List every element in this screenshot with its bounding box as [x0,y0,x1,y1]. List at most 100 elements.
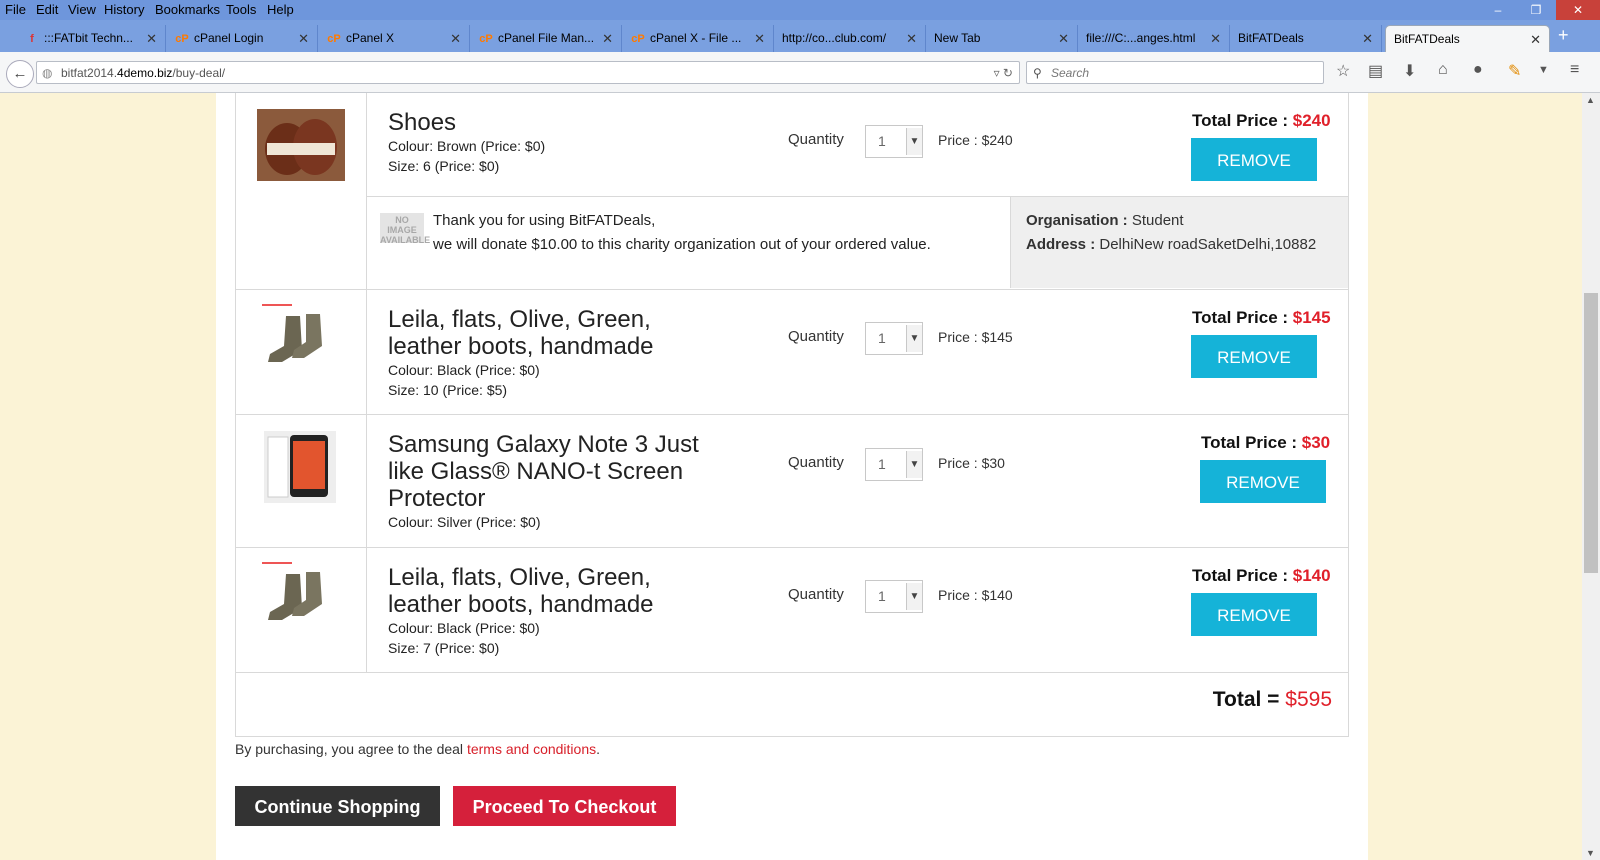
image-cell [236,290,367,415]
reading-list-icon[interactable]: ▤ [1368,61,1383,81]
chevron-down-icon: ▼ [906,128,922,155]
quantity-select[interactable]: 1 ▼ [865,448,923,481]
menu-icon[interactable]: ≡ [1570,61,1579,79]
menu-tools[interactable]: Tools [226,2,256,17]
menu-history[interactable]: History [104,2,144,17]
bookmark-star-icon[interactable]: ☆ [1336,61,1350,81]
globe-icon: ◍ [42,66,53,80]
product-name[interactable]: Leila, flats, Olive, Green, leather boot… [388,306,718,360]
close-tab-icon[interactable]: ✕ [754,25,765,52]
charity-line-2: we will donate $10.00 to this charity or… [433,236,931,253]
total-price: Total Price : $145 [1192,308,1331,328]
back-icon[interactable]: ← [6,60,34,88]
phone-protector-thumbnail[interactable] [264,431,336,503]
tab[interactable]: BitFATDeals ✕ [1230,25,1382,52]
menu-view[interactable]: View [68,2,96,17]
tab[interactable]: cP cPanel X ✕ [318,25,470,52]
proceed-to-checkout-button[interactable]: Proceed To Checkout [453,786,676,826]
close-tab-icon[interactable]: ✕ [1058,25,1069,52]
url-bar[interactable]: ◍ bitfat2014.4demo.biz/buy-deal/ ▿ ↻ [36,61,1020,84]
product-name[interactable]: Leila, flats, Olive, Green, leather boot… [388,564,718,618]
total-price: Total Price : $30 [1201,433,1330,453]
tab-label: BitFATDeals [1238,31,1304,45]
quantity-select[interactable]: 1 ▼ [865,322,923,355]
continue-shopping-button[interactable]: Continue Shopping [235,786,440,826]
quantity-label: Quantity [788,454,844,471]
menu-edit[interactable]: Edit [36,2,58,17]
restore-icon[interactable]: ❐ [1522,0,1550,20]
quantity-select[interactable]: 1 ▼ [865,125,923,158]
chat-icon[interactable]: ● [1473,61,1483,79]
menu-bookmarks[interactable]: Bookmarks [155,2,220,17]
close-tab-icon[interactable]: ✕ [1210,25,1221,52]
url-host: 4demo.biz [117,66,173,80]
close-tab-icon[interactable]: ✕ [450,25,461,52]
product-name[interactable]: Samsung Galaxy Note 3 Just like Glass® N… [388,431,718,512]
scrollbar-thumb[interactable] [1584,293,1598,573]
new-tab-icon[interactable]: + [1558,25,1569,46]
boots-thumbnail[interactable] [256,302,346,374]
nav-bar: ← ◍ bitfat2014.4demo.biz/buy-deal/ ▿ ↻ ⚲… [0,52,1600,93]
home-icon[interactable]: ⌂ [1438,61,1448,79]
shoes-thumbnail[interactable] [257,109,345,181]
tab[interactable]: cP cPanel X - File ... ✕ [622,25,774,52]
chevron-down-icon: ▼ [906,583,922,610]
total-price-label: Total Price : [1192,308,1293,327]
close-window-icon[interactable]: ✕ [1556,0,1600,20]
tab[interactable]: cP cPanel File Man... ✕ [470,25,622,52]
download-icon[interactable]: ⬇ [1403,61,1416,81]
tab[interactable]: http://co...club.com/ ✕ [774,25,926,52]
scrollbar[interactable]: ▲ ▼ [1582,93,1600,860]
tab[interactable]: file:///C:...anges.html ✕ [1078,25,1230,52]
charity-org-info: Organisation : Student Address : DelhiNe… [1010,197,1348,288]
cart-row: Leila, flats, Olive, Green, leather boot… [236,289,1348,415]
tab[interactable]: New Tab ✕ [926,25,1078,52]
product-attr: Colour: Brown (Price: $0) [388,138,546,154]
address-label: Address : [1026,236,1100,253]
product-attr: Size: 10 (Price: $5) [388,382,508,398]
chevron-down-icon[interactable]: ▼ [1538,64,1549,76]
close-tab-icon[interactable]: ✕ [146,25,157,52]
close-tab-icon[interactable]: ✕ [1530,26,1541,52]
tab-active[interactable]: BitFATDeals ✕ [1385,25,1550,52]
remove-button[interactable]: REMOVE [1191,593,1317,636]
cpanel-icon: cP [479,33,493,45]
scroll-up-icon[interactable]: ▲ [1586,95,1595,105]
remove-button[interactable]: REMOVE [1191,138,1317,181]
total-price-label: Total Price : [1192,566,1293,585]
close-tab-icon[interactable]: ✕ [298,25,309,52]
reload-icon[interactable]: ▿ ↻ [994,62,1013,85]
product-attr: Size: 7 (Price: $0) [388,640,500,656]
remove-button[interactable]: REMOVE [1191,335,1317,378]
close-tab-icon[interactable]: ✕ [602,25,613,52]
scroll-down-icon[interactable]: ▼ [1586,848,1595,858]
tab-strip: f:::FATbit Techn... ✕ cP cPanel Login ✕ cP c… [0,20,1600,52]
terms-link[interactable]: terms and conditions [467,741,596,757]
tab-label: http://co...club.com/ [782,31,887,45]
tab-label: :::FATbit Techn... [44,31,133,45]
close-tab-icon[interactable]: ✕ [1362,25,1373,52]
menu-bar: File Edit View History Bookmarks Tools H… [0,0,1600,20]
product-name[interactable]: Shoes [388,109,718,136]
search-input[interactable]: ⚲ Search [1026,61,1324,84]
tab-label: cPanel File Man... [498,31,595,45]
menu-file[interactable]: File [5,2,26,17]
close-tab-icon[interactable]: ✕ [906,25,917,52]
minimize-icon[interactable]: – [1484,0,1512,20]
remove-button[interactable]: REMOVE [1200,460,1326,503]
cpanel-icon: cP [631,33,645,45]
unit-price: Price : $145 [938,329,1013,345]
grand-total-label: Total = [1212,688,1286,711]
addon-icon[interactable]: ✎ [1508,61,1521,81]
tab[interactable]: f:::FATbit Techn... ✕ [16,25,166,52]
terms-prefix: By purchasing, you agree to the deal [235,741,467,757]
menu-help[interactable]: Help [267,2,294,17]
quantity-select[interactable]: 1 ▼ [865,580,923,613]
quantity-value: 1 [878,456,886,472]
tab[interactable]: cP cPanel Login ✕ [166,25,318,52]
boots-thumbnail[interactable] [256,560,346,632]
org-label: Organisation : [1026,212,1132,229]
quantity-value: 1 [878,330,886,346]
cart-row: Samsung Galaxy Note 3 Just like Glass® N… [236,414,1348,548]
org-value: Student [1131,212,1184,229]
